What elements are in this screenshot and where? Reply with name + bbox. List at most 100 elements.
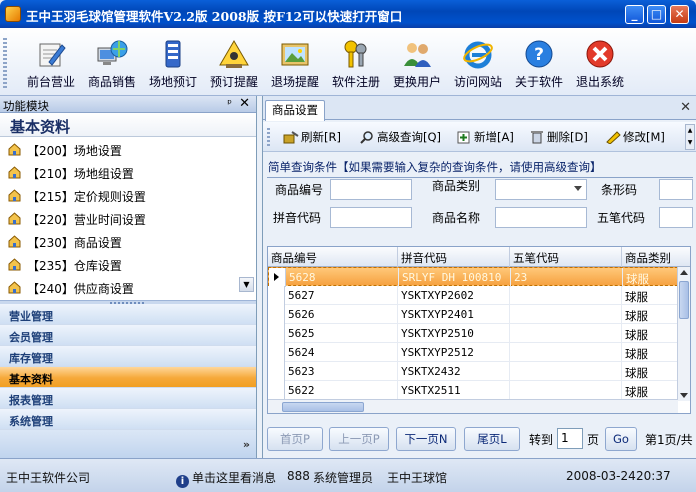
group-footer: »: [0, 430, 256, 458]
list-scroll-down-button[interactable]: ▼: [239, 277, 254, 292]
module-item[interactable]: 【220】营业时间设置: [0, 207, 256, 230]
product-name-input[interactable]: [495, 207, 587, 228]
cell-wubi: [510, 381, 622, 400]
svg-text:?: ?: [534, 45, 544, 65]
edit-button[interactable]: 修改[M]: [605, 129, 665, 145]
group-business[interactable]: 营业管理: [0, 304, 256, 325]
module-item-label: 【210】场地组设置: [27, 167, 134, 181]
booking-reminder-button[interactable]: 预订提醒: [203, 34, 265, 92]
group-label: 营业管理: [9, 310, 53, 323]
scroll-thumb[interactable]: [282, 402, 364, 412]
exit-system-button[interactable]: 退出系统: [569, 34, 631, 92]
scroll-up-icon[interactable]: [680, 270, 688, 275]
product-code-input[interactable]: [330, 179, 412, 200]
module-item[interactable]: 【235】仓库设置: [0, 253, 256, 276]
front-desk-button[interactable]: 前台营业: [20, 34, 82, 92]
group-members[interactable]: 会员管理: [0, 325, 256, 346]
grid-vertical-scrollbar[interactable]: [677, 267, 690, 401]
group-basic-data[interactable]: 基本资料: [0, 367, 256, 388]
visit-website-button[interactable]: 访问网站: [447, 34, 509, 92]
more-groups-icon[interactable]: »: [243, 438, 250, 451]
table-row[interactable]: 5627 YSKTXYP2602 球服: [268, 286, 678, 305]
message-text: 单击这里看消息: [192, 471, 277, 485]
keys-icon: [344, 40, 367, 68]
refresh-button[interactable]: 刷新[R]: [283, 129, 341, 145]
prev-page-button[interactable]: 上一页P: [329, 427, 389, 451]
panel-close-icon[interactable]: ✕: [239, 96, 250, 111]
table-row[interactable]: 5625 YSKTXYP2510 球服: [268, 324, 678, 343]
user-id: 888: [287, 469, 310, 483]
current-row-arrow-icon: [274, 273, 279, 281]
tab-product-settings[interactable]: 商品设置: [265, 100, 325, 121]
module-item[interactable]: 【210】场地组设置: [0, 161, 256, 184]
module-item[interactable]: 【240】供应商设置: [0, 276, 256, 299]
grid-horizontal-scrollbar[interactable]: [268, 399, 678, 413]
column-header-category[interactable]: 商品类别: [622, 247, 690, 267]
go-button[interactable]: Go: [605, 427, 637, 451]
table-row[interactable]: 5622 YSKTX2511 球服: [268, 381, 678, 400]
toolbar-grip[interactable]: [267, 128, 270, 146]
pinyin-input[interactable]: [330, 207, 412, 228]
barcode-input[interactable]: [659, 179, 693, 200]
category-select[interactable]: [495, 179, 587, 200]
cell-wubi: 23: [511, 268, 623, 287]
action-label: 修改[M]: [623, 130, 665, 144]
maximize-button[interactable]: □: [647, 5, 666, 24]
minimize-button[interactable]: _: [625, 5, 644, 24]
last-page-button[interactable]: 尾页L: [464, 427, 520, 451]
product-sales-button[interactable]: 商品销售: [81, 34, 143, 92]
table-row[interactable]: 5623 YSKTX2432 球服: [268, 362, 678, 381]
delete-button[interactable]: 删除[D]: [529, 129, 588, 145]
edit-icon: [606, 131, 621, 144]
about-button[interactable]: ? 关于软件: [508, 34, 570, 92]
table-row[interactable]: 5624 YSKTXYP2512 球服: [268, 343, 678, 362]
message-link[interactable]: i 单击这里看消息: [176, 469, 276, 488]
close-button[interactable]: ✕: [670, 5, 689, 24]
row-indicator: [268, 305, 285, 324]
minimize-icon: _: [631, 7, 638, 21]
close-icon: ✕: [674, 7, 685, 21]
toolbar-label: 场地预订: [148, 75, 197, 89]
alert-sign-icon: [219, 40, 249, 68]
column-header-code[interactable]: 商品编号: [268, 247, 398, 267]
table-row[interactable]: 5626 YSKTXYP2401 球服: [268, 305, 678, 324]
toolbar-overflow-button[interactable]: ▲ ▼: [685, 124, 695, 150]
cell-code: 5625: [285, 324, 398, 343]
cell-code: 5626: [285, 305, 398, 324]
module-item-label: 【240】供应商设置: [27, 282, 134, 296]
first-page-button[interactable]: 首页P: [267, 427, 323, 451]
pencil-notepad-icon: [39, 43, 66, 67]
add-button[interactable]: 新增[A]: [456, 129, 514, 145]
column-header-pinyin[interactable]: 拼音代码: [398, 247, 510, 267]
action-label: 删除[D]: [547, 130, 588, 144]
module-item[interactable]: 【215】定价规则设置: [0, 184, 256, 207]
users-icon: [404, 43, 431, 67]
court-booking-button[interactable]: 场地预订: [142, 34, 204, 92]
scroll-thumb[interactable]: [679, 281, 689, 319]
tab-close-icon[interactable]: ✕: [680, 100, 691, 115]
scroll-down-icon[interactable]: [680, 393, 688, 398]
cell-pinyin: YSKTXYP2512: [398, 343, 510, 362]
page-number-input[interactable]: 1: [557, 428, 583, 449]
module-item[interactable]: 【230】商品设置: [0, 230, 256, 253]
table-row[interactable]: 5628 SRLYF DH 100810 23 球服: [268, 267, 679, 287]
help-icon: ?: [525, 40, 553, 68]
toolbar-label: 商品销售: [87, 75, 136, 89]
row-indicator: [268, 362, 285, 381]
maximize-icon: □: [650, 7, 663, 21]
switch-user-button[interactable]: 更换用户: [386, 34, 448, 92]
group-inventory[interactable]: 库存管理: [0, 346, 256, 367]
module-item[interactable]: 【200】场地设置: [0, 138, 256, 161]
advanced-query-button[interactable]: 高级查询[Q]: [359, 129, 441, 145]
group-reports[interactable]: 报表管理: [0, 388, 256, 409]
software-register-button[interactable]: 软件注册: [325, 34, 387, 92]
cell-code: 5623: [285, 362, 398, 381]
cell-category: 球服: [622, 343, 678, 362]
group-system[interactable]: 系统管理: [0, 409, 256, 430]
toolbar-grip[interactable]: [3, 38, 7, 90]
exit-reminder-button[interactable]: 退场提醒: [264, 34, 326, 92]
pin-icon[interactable]: ᵖ: [227, 97, 232, 110]
column-header-wubi[interactable]: 五笔代码: [510, 247, 622, 267]
wubi-input[interactable]: [659, 207, 693, 228]
next-page-button[interactable]: 下一页N: [396, 427, 456, 451]
